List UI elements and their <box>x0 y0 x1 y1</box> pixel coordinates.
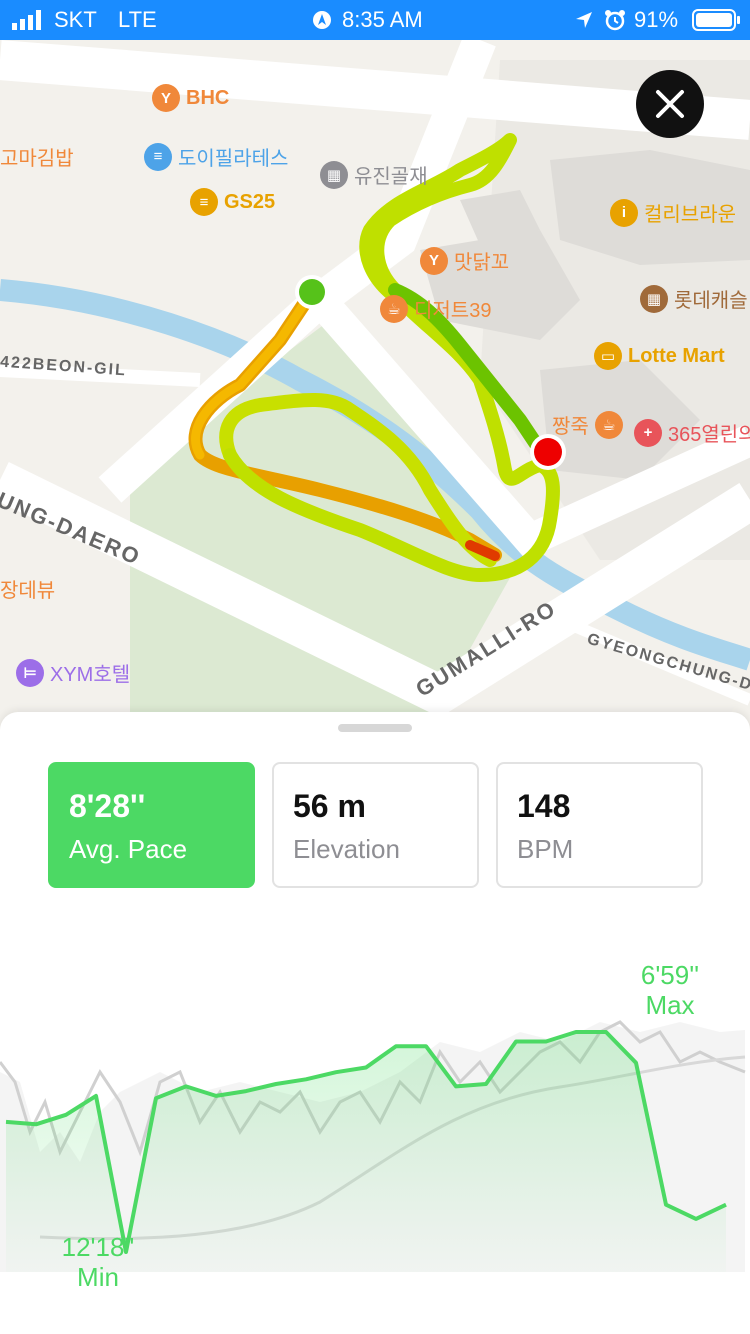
workout-screen: SKT LTE 8:35 AM 91% Y BHC 고마김밥 ≡ 도이필라테스 … <box>0 0 750 1334</box>
poi-matdakkko[interactable]: Y 맛닭꼬 <box>420 246 509 275</box>
close-button[interactable] <box>636 70 704 138</box>
poi-jjangjuk[interactable]: 짱죽 ☕ <box>552 410 629 439</box>
signal-icon <box>12 10 41 30</box>
pace-chart[interactable]: 6'59'' Max 12'18'' Min <box>0 952 750 1322</box>
store-icon: ≡ <box>190 188 218 216</box>
stat-label: Elevation <box>293 834 400 864</box>
stat-value: 148 <box>517 788 571 824</box>
apartment-icon: ▦ <box>640 284 668 313</box>
min-pace-label: 12'18'' Min <box>61 1232 135 1292</box>
restaurant-icon: Y <box>152 84 180 112</box>
stat-card-elevation[interactable]: 56 m Elevation <box>272 762 479 888</box>
restaurant-icon: Y <box>420 246 448 275</box>
network-label: LTE <box>118 7 157 32</box>
status-bar: SKT LTE 8:35 AM 91% <box>0 0 750 40</box>
poi-bhc[interactable]: Y BHC <box>152 84 229 112</box>
route-map[interactable]: Y BHC 고마김밥 ≡ 도이필라테스 ▦ 유진골재 ≡ GS25 i 컬리브라… <box>0 40 750 740</box>
poi-doi-pilates[interactable]: ≡ 도이필라테스 <box>144 142 288 171</box>
max-pace-label: 6'59'' Max <box>640 960 700 1020</box>
bed-icon: ⊨ <box>16 658 44 687</box>
poi-lotte-mart[interactable]: ▭ Lotte Mart <box>594 342 725 370</box>
poi-gomagimbap[interactable]: 고마김밥 <box>0 142 74 171</box>
poi-365-pharmacy[interactable]: + 365열린의 <box>634 418 750 447</box>
close-icon <box>656 90 684 118</box>
stat-label: Avg. Pace <box>69 834 188 864</box>
stat-value: 8'28'' <box>69 788 146 824</box>
poi-jangdebu[interactable]: 장데뷰 <box>0 574 55 603</box>
building-icon: ▦ <box>320 160 348 189</box>
pharmacy-icon: + <box>634 418 662 447</box>
poi-xym-hotel[interactable]: ⊨ XYM호텔 <box>16 658 130 687</box>
battery-icon <box>692 9 740 31</box>
bag-icon: ▭ <box>594 342 622 370</box>
stat-card-bpm[interactable]: 148 BPM <box>496 762 703 888</box>
poi-dessert39[interactable]: ☕ 디저트39 <box>380 294 491 323</box>
stats-sheet: 8'28'' Avg. Pace 56 m Elevation 148 BPM <box>0 712 750 1334</box>
poi-gs25[interactable]: ≡ GS25 <box>190 188 275 216</box>
poi-lotte-castle[interactable]: ▦ 롯데캐슬 <box>640 284 748 313</box>
alarm-icon <box>605 10 625 31</box>
carrier-label: SKT <box>54 7 97 32</box>
cafe-icon: ☕ <box>594 410 623 439</box>
poi-yujin[interactable]: ▦ 유진골재 <box>320 160 428 189</box>
sheet-grabber[interactable] <box>338 724 412 732</box>
shopping-icon: i <box>610 198 638 227</box>
stat-label: BPM <box>517 834 574 864</box>
cafe-icon: ☕ <box>380 294 408 323</box>
location-arrow-icon <box>576 12 592 28</box>
map-base <box>0 40 750 720</box>
stat-card-avg-pace[interactable]: 8'28'' Avg. Pace <box>48 762 255 888</box>
time-label: 8:35 AM <box>342 7 423 32</box>
dumbbell-icon: ≡ <box>144 142 172 171</box>
location-services-icon <box>313 11 331 29</box>
poi-curly-brown[interactable]: i 컬리브라운 <box>610 198 736 227</box>
battery-percent: 91% <box>634 7 679 32</box>
stat-value: 56 m <box>293 788 366 824</box>
